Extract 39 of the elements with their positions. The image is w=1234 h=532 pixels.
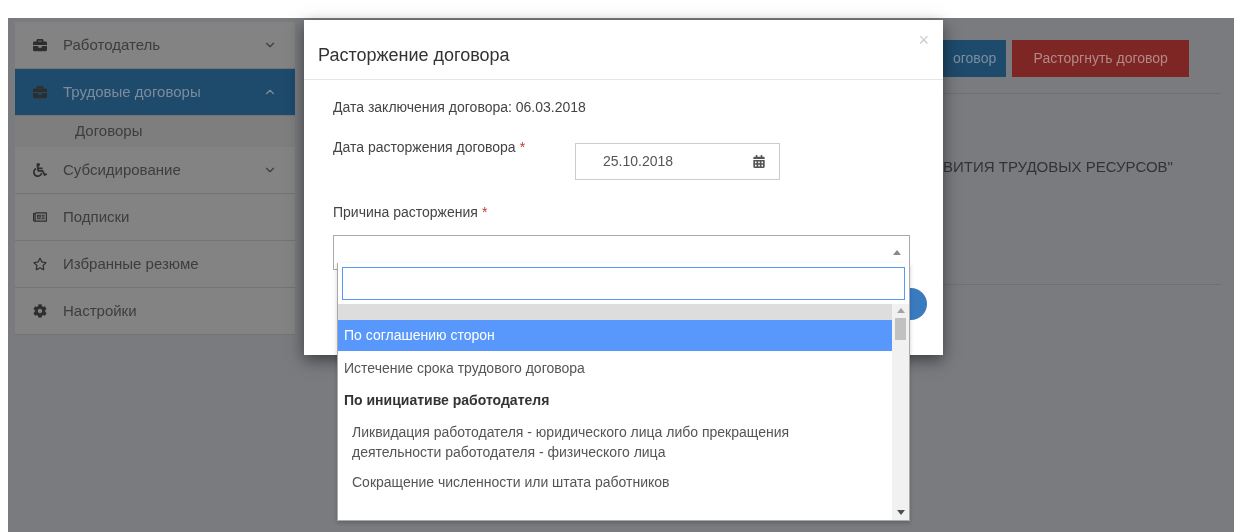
option-item[interactable]: Сокращение численности или штата работников (338, 467, 892, 497)
required-mark: * (519, 138, 526, 157)
settings-icon (33, 304, 47, 318)
briefcase-icon (33, 85, 47, 99)
newspaper-icon (33, 210, 47, 224)
sidebar-item[interactable]: Трудовые договоры (15, 69, 295, 116)
sidebar-item[interactable]: Настройки (15, 288, 295, 335)
search-field[interactable] (342, 267, 905, 300)
modal-title: Расторжение договора (318, 44, 511, 67)
action-button[interactable]: Расторгнуть договор (1012, 40, 1190, 77)
scrollbar[interactable] (892, 304, 909, 520)
caret-up-icon (893, 250, 901, 255)
calendar-icon (753, 155, 765, 168)
option-item[interactable]: По соглашению сторон (338, 320, 892, 351)
wheelchair-icon (33, 163, 47, 177)
date-field[interactable]: 25.10.2018 (575, 143, 780, 180)
sidebar-label: Подписки (63, 206, 131, 227)
sidebar-label: Трудовые договоры (63, 81, 202, 102)
sidebar-label: Субсидирование (63, 159, 182, 180)
sidebar-item[interactable]: Субсидирование (15, 147, 295, 194)
sidebar-subitem[interactable]: Договоры (15, 116, 295, 147)
option-item[interactable]: Истечение срока трудового договора (338, 353, 892, 384)
close-button[interactable]: × (918, 31, 929, 49)
conclusion-date: Дата заключения договора: 06.03.2018 (333, 98, 587, 117)
briefcase-icon (33, 38, 47, 52)
field-label: Дата расторжения договора (333, 138, 516, 157)
required-mark: * (481, 203, 488, 222)
sidebar-item[interactable]: Избранные резюме (15, 241, 295, 288)
sidebar-item[interactable]: Подписки (15, 194, 295, 241)
option-item[interactable]: Ликвидация работодателя - юридического лица либо прекращения деятельности работодателя - физического лица (338, 417, 892, 467)
option-group-label: По инициативе работодателя (343, 391, 551, 410)
action-button[interactable]: оговор (943, 40, 1007, 77)
sidebar-label: Работодатель (63, 34, 162, 55)
field-label: Причина расторжения (333, 203, 478, 222)
sidebar-item[interactable]: Работодатель (15, 22, 295, 69)
organization-name: ВИТИЯ ТРУДОВЫХ РЕСУРСОВ" (943, 157, 1174, 177)
star-icon (33, 257, 47, 271)
sidebar-label: Настройки (63, 300, 138, 321)
sidebar-label: Избранные резюме (63, 253, 200, 274)
